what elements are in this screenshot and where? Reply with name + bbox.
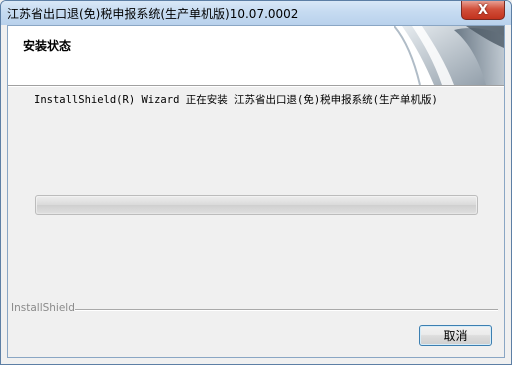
header-divider xyxy=(8,86,504,87)
header-decoration-icon xyxy=(394,26,504,85)
title-bar[interactable]: 江苏省出口退(免)税申报系统(生产单机版)10.07.0002 X xyxy=(1,1,511,25)
footer-divider xyxy=(75,309,498,311)
progress-track xyxy=(37,197,476,213)
installshield-brand-label: InstallShield xyxy=(11,302,75,314)
dialog-body: 安装状态 InstallShield(R) Wizard 正在安装 江苏省出口退… xyxy=(7,25,505,358)
close-button[interactable]: X xyxy=(461,1,505,20)
install-progress-bar xyxy=(35,195,478,215)
installer-window: 江苏省出口退(免)税申报系统(生产单机版)10.07.0002 X 安装状态 I… xyxy=(0,0,512,365)
header-panel: 安装状态 xyxy=(8,26,504,86)
install-status-text: InstallShield(R) Wizard 正在安装 江苏省出口退(免)税申… xyxy=(34,94,438,106)
cancel-button[interactable]: 取消 xyxy=(419,325,492,346)
page-title: 安装状态 xyxy=(23,39,72,53)
close-icon: X xyxy=(477,2,489,18)
window-title: 江苏省出口退(免)税申报系统(生产单机版)10.07.0002 xyxy=(7,7,299,21)
